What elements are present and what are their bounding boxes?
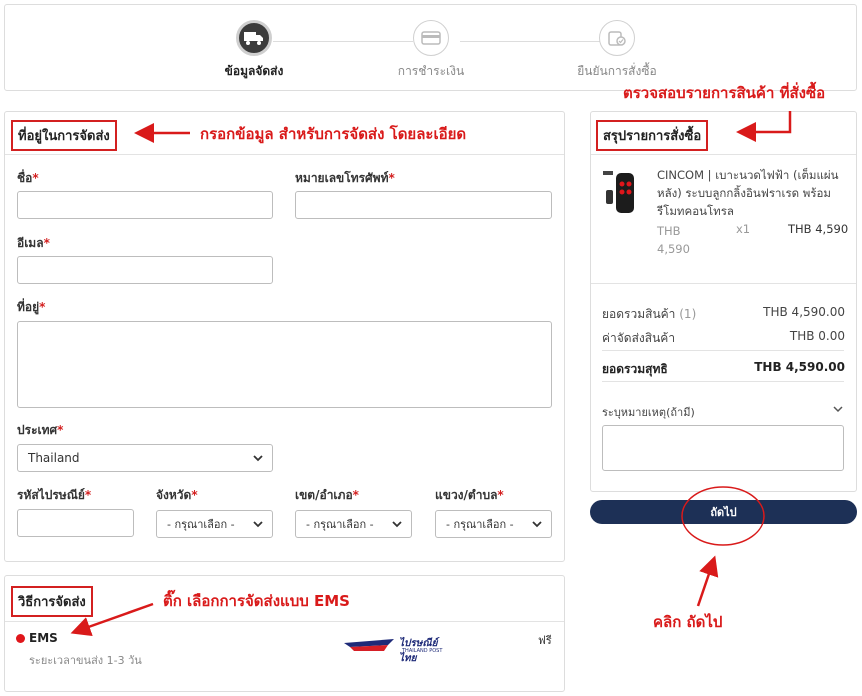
annotation-check-items: ตรวจสอบรายการสินค้า ที่สั่งซื้อ	[623, 84, 826, 102]
annotation-click-next: คลิก ถัดไป	[653, 613, 723, 631]
annotation-fill-info: กรอกข้อมูล สำหรับการจัดส่ง โดยละเอียด	[200, 125, 467, 143]
annotation-tick-ems: ติ๊ก เลือกการจัดส่งแบบ EMS	[163, 592, 350, 610]
